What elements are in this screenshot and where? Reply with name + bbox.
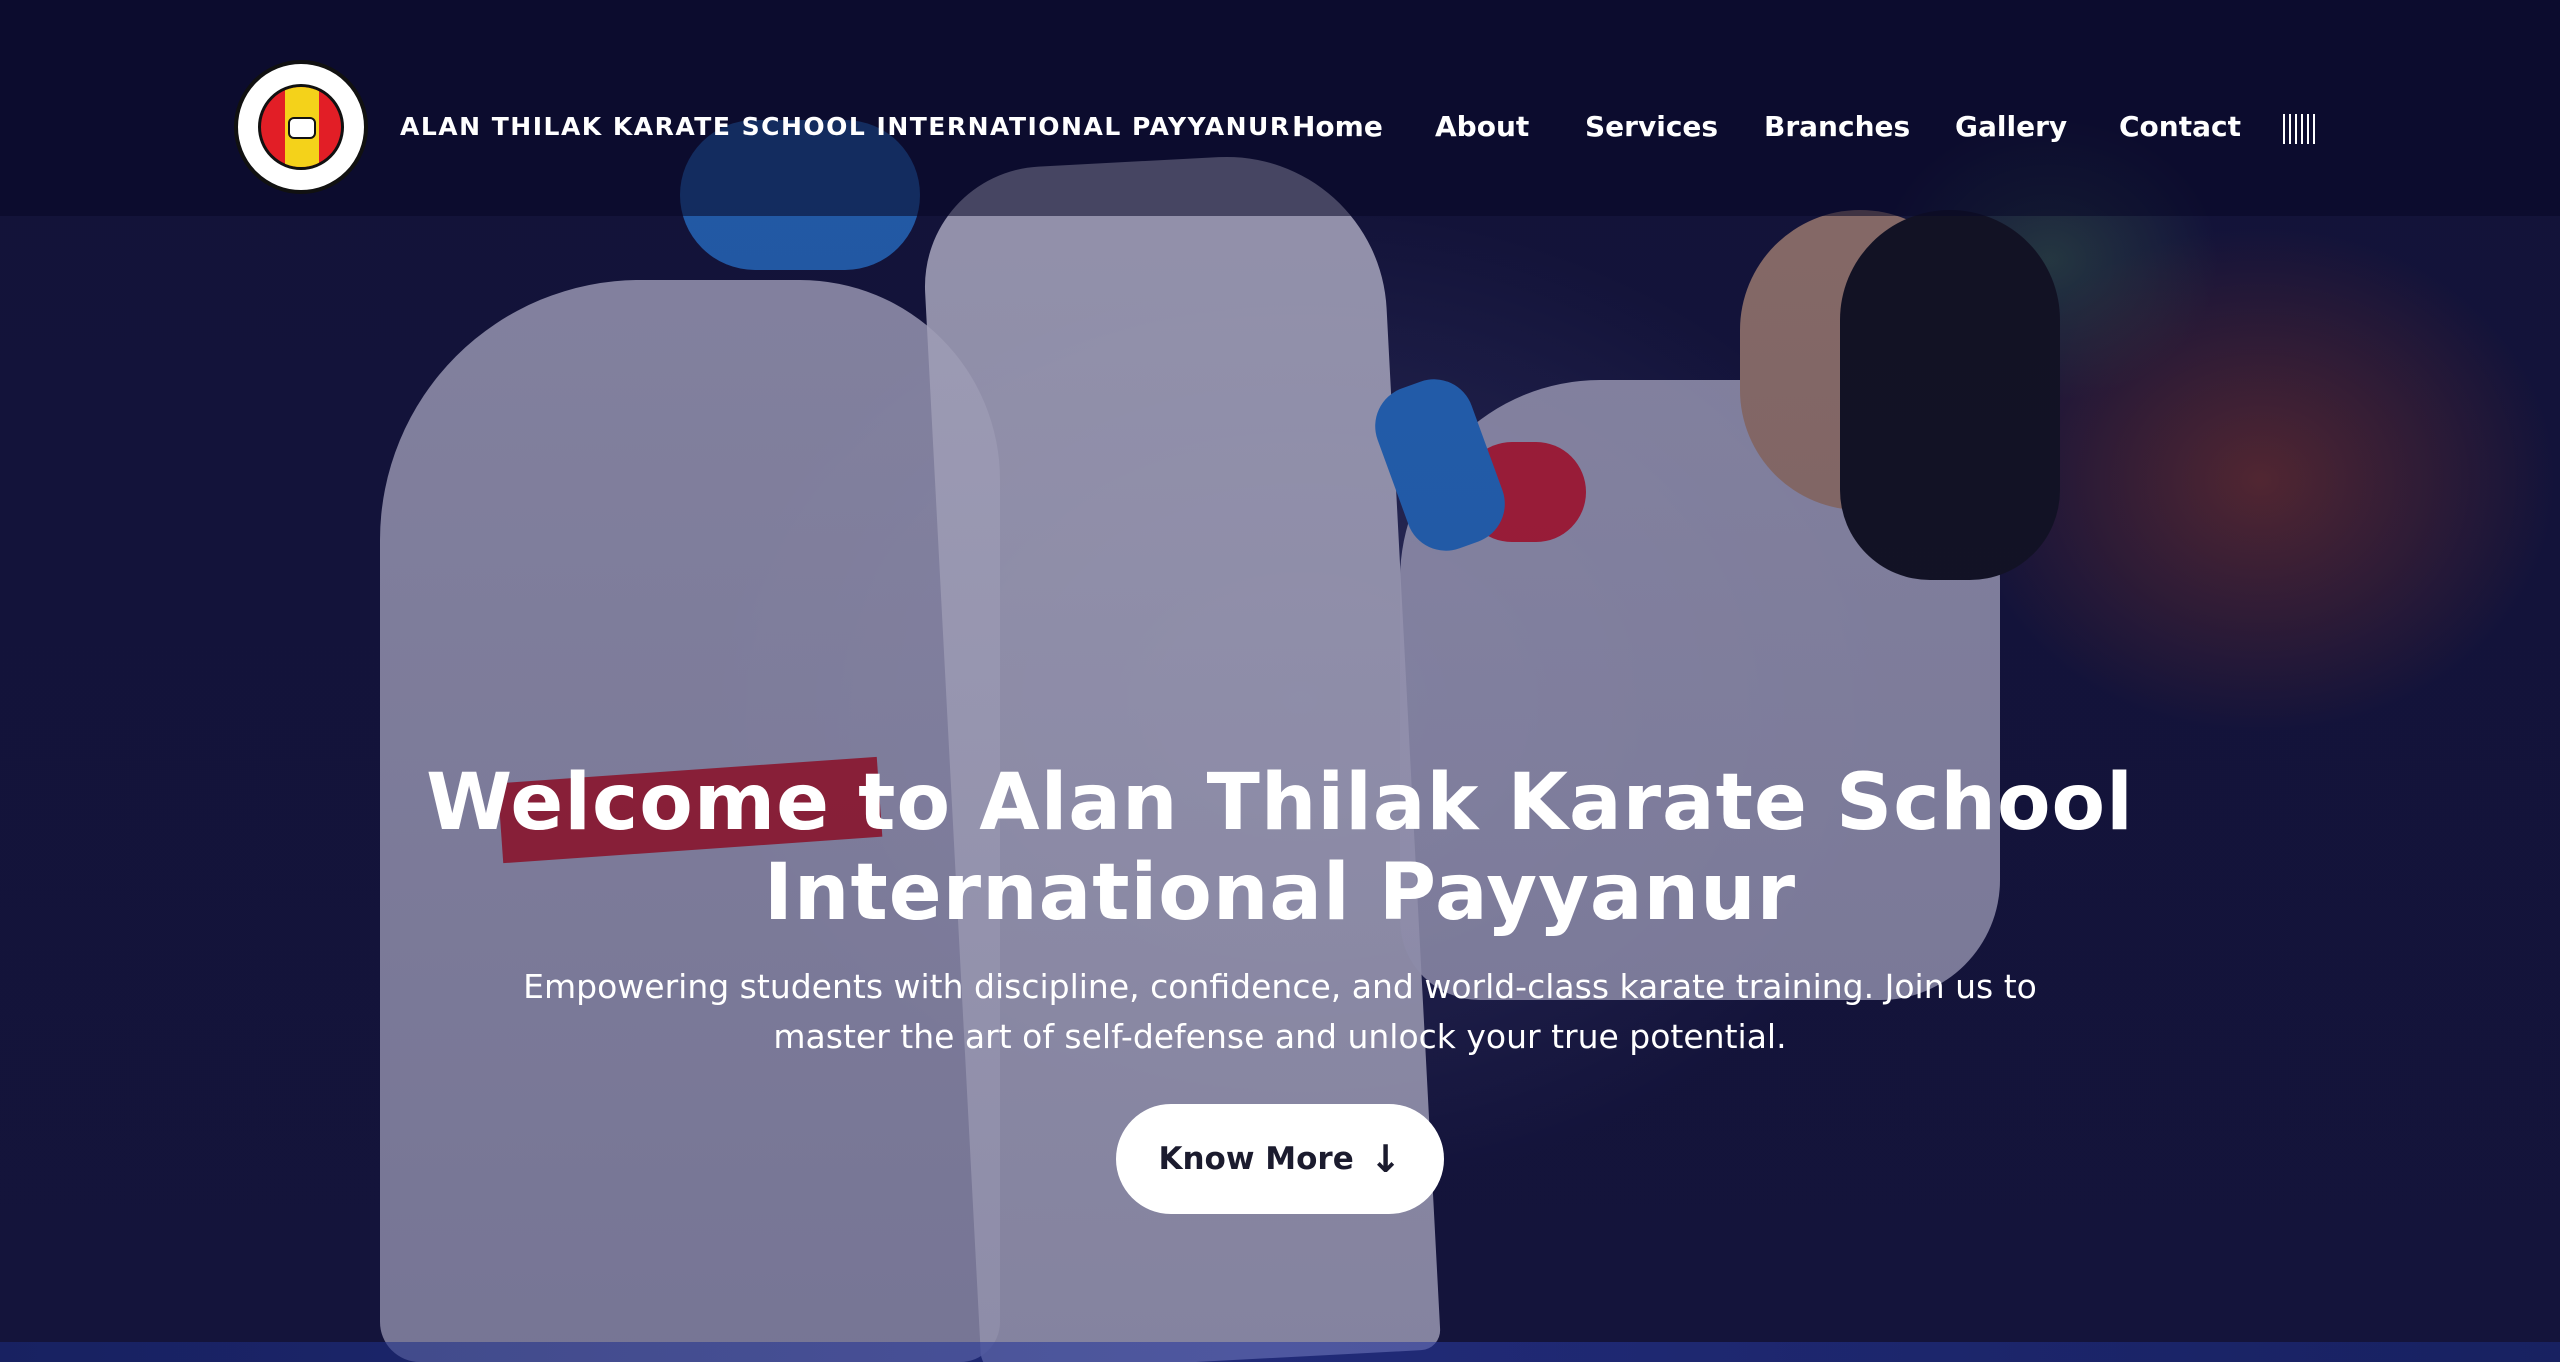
brand-name[interactable]: ALAN THILAK KARATE SCHOOL INTERNATIONAL … (400, 112, 1291, 141)
menu-bars-icon[interactable] (2283, 114, 2317, 144)
top-navbar (0, 0, 2560, 216)
nav-services[interactable]: Services (1585, 110, 1718, 143)
arrow-down-icon: ↓ (1369, 1137, 1402, 1181)
karate-school-emblem-icon[interactable] (234, 60, 368, 194)
know-more-label: Know More (1158, 1141, 1354, 1177)
floor-strip (0, 1342, 2560, 1362)
nav-home[interactable]: Home (1292, 110, 1383, 143)
nav-branches[interactable]: Branches (1764, 110, 1910, 143)
nav-contact[interactable]: Contact (2119, 110, 2241, 143)
hero-subtext: Empowering students with discipline, con… (523, 967, 2037, 1056)
hero-headline: Welcome to Alan Thilak Karate School Int… (426, 758, 2134, 938)
nav-gallery[interactable]: Gallery (1955, 110, 2067, 143)
nav-about[interactable]: About (1435, 110, 1529, 143)
hero-section: ALAN THILAK KARATE SCHOOL INTERNATIONAL … (0, 0, 2560, 1362)
know-more-button[interactable]: Know More ↓ (1116, 1104, 1444, 1214)
